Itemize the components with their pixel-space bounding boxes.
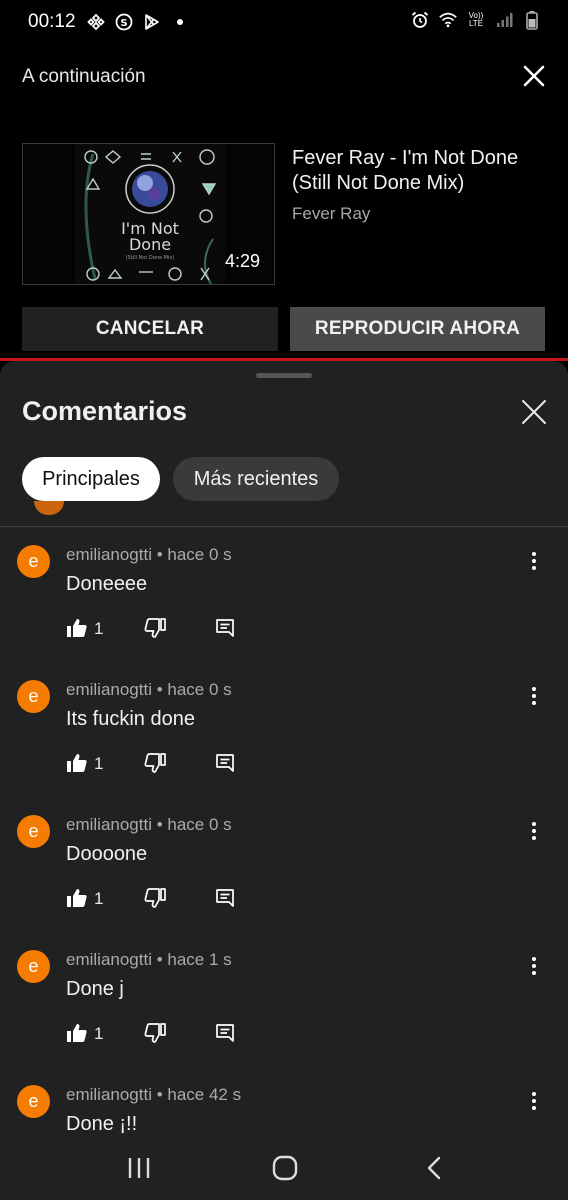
more-vert-icon[interactable] <box>524 549 544 573</box>
dislike-icon[interactable] <box>144 752 166 774</box>
video-thumbnail[interactable]: I'm Not Done (Still Not Done Mix) 4:29 <box>22 143 275 285</box>
video-title[interactable]: Fever Ray - I'm Not Done (Still Not Done… <box>292 146 552 196</box>
thumbnail-subtext: (Still Not Done Mix) <box>126 255 175 261</box>
lte-label: LTE <box>468 19 484 28</box>
wifi-icon <box>438 10 458 30</box>
like-count: 1 <box>94 889 104 908</box>
comments-title: Comentarios <box>22 396 188 426</box>
comment-meta: emilianogtti • hace 0 s <box>66 680 232 699</box>
reply-icon[interactable] <box>214 617 236 639</box>
status-time: 00:12 <box>28 11 76 32</box>
thumbnail-text-line2: Done <box>129 235 171 254</box>
drag-handle[interactable] <box>256 373 312 378</box>
comment-item: e emilianogtti • hace 0 s Doneeee 1 <box>0 545 568 680</box>
like-icon[interactable] <box>66 887 88 909</box>
comment-text: Its fuckin done <box>66 708 195 730</box>
comment-item: e emilianogtti • hace 0 s Doooone 1 <box>0 815 568 950</box>
avatar <box>34 501 64 515</box>
dislike-icon[interactable] <box>144 887 166 909</box>
battery-icon <box>522 10 542 30</box>
home-icon[interactable] <box>270 1155 300 1181</box>
binance-icon <box>86 12 106 32</box>
svg-text:S: S <box>120 18 127 29</box>
close-icon[interactable] <box>522 64 546 88</box>
recent-apps-icon[interactable] <box>124 1155 154 1181</box>
like-icon[interactable] <box>66 752 88 774</box>
like-icon[interactable] <box>66 1022 88 1044</box>
like-count: 1 <box>94 619 104 638</box>
signal-icon <box>494 10 514 30</box>
like-count: 1 <box>94 754 104 773</box>
reply-icon[interactable] <box>214 752 236 774</box>
avatar[interactable]: e <box>17 815 50 848</box>
like-icon[interactable] <box>66 617 88 639</box>
comment-text: Doneeee <box>66 573 148 595</box>
more-vert-icon[interactable] <box>524 684 544 708</box>
comment-meta: emilianogtti • hace 42 s <box>66 1085 242 1104</box>
status-bar: 00:12 S Vo)) LTE <box>0 0 568 44</box>
up-next-title: A continuación <box>22 66 146 87</box>
system-nav-bar <box>0 1135 568 1200</box>
more-vert-icon[interactable] <box>524 1089 544 1113</box>
back-icon[interactable] <box>420 1155 450 1181</box>
more-vert-icon[interactable] <box>524 954 544 978</box>
dislike-icon[interactable] <box>144 1022 166 1044</box>
comment-meta: emilianogtti • hace 1 s <box>66 950 232 969</box>
dislike-icon[interactable] <box>144 617 166 639</box>
more-vert-icon[interactable] <box>524 819 544 843</box>
comment-meta: emilianogtti • hace 0 s <box>66 815 232 834</box>
avatar[interactable]: e <box>17 680 50 713</box>
volte-icon: Vo)) LTE <box>466 10 486 30</box>
alarm-icon <box>410 10 430 30</box>
like-count: 1 <box>94 1024 104 1043</box>
video-channel: Fever Ray <box>292 204 371 223</box>
comment-actions: 1 <box>66 1022 266 1046</box>
comment-actions: 1 <box>66 617 266 641</box>
video-duration: 4:29 <box>224 251 260 271</box>
avatar[interactable]: e <box>17 1085 50 1118</box>
close-icon[interactable] <box>520 398 548 426</box>
comment-text: Done j <box>66 978 124 1000</box>
play-store-icon <box>142 12 162 32</box>
up-next-panel: A continuación I'm Not Done (Still Not D… <box>0 44 568 360</box>
divider <box>0 526 568 527</box>
comment-item: e emilianogtti • hace 1 s Done j 1 <box>0 950 568 1085</box>
comments-sheet: Comentarios Principales Más recientes e … <box>0 361 568 1200</box>
chip-newest[interactable]: Más recientes <box>173 457 339 501</box>
comment-text: Doooone <box>66 843 148 865</box>
chip-top-comments[interactable]: Principales <box>22 457 160 501</box>
cancel-button[interactable]: CANCELAR <box>22 307 278 351</box>
comment-actions: 1 <box>66 752 266 776</box>
comment-text: Done ¡!! <box>66 1113 138 1135</box>
avatar[interactable]: e <box>17 950 50 983</box>
comment-item: e emilianogtti • hace 0 s Its fuckin don… <box>0 680 568 815</box>
comment-actions: 1 <box>66 887 266 911</box>
comment-meta: emilianogtti • hace 0 s <box>66 545 232 564</box>
reply-icon[interactable] <box>214 887 236 909</box>
notification-dot-icon <box>170 12 190 32</box>
reply-icon[interactable] <box>214 1022 236 1044</box>
avatar[interactable]: e <box>17 545 50 578</box>
play-now-button[interactable]: REPRODUCIR AHORA <box>290 307 545 351</box>
s-app-icon: S <box>114 12 134 32</box>
